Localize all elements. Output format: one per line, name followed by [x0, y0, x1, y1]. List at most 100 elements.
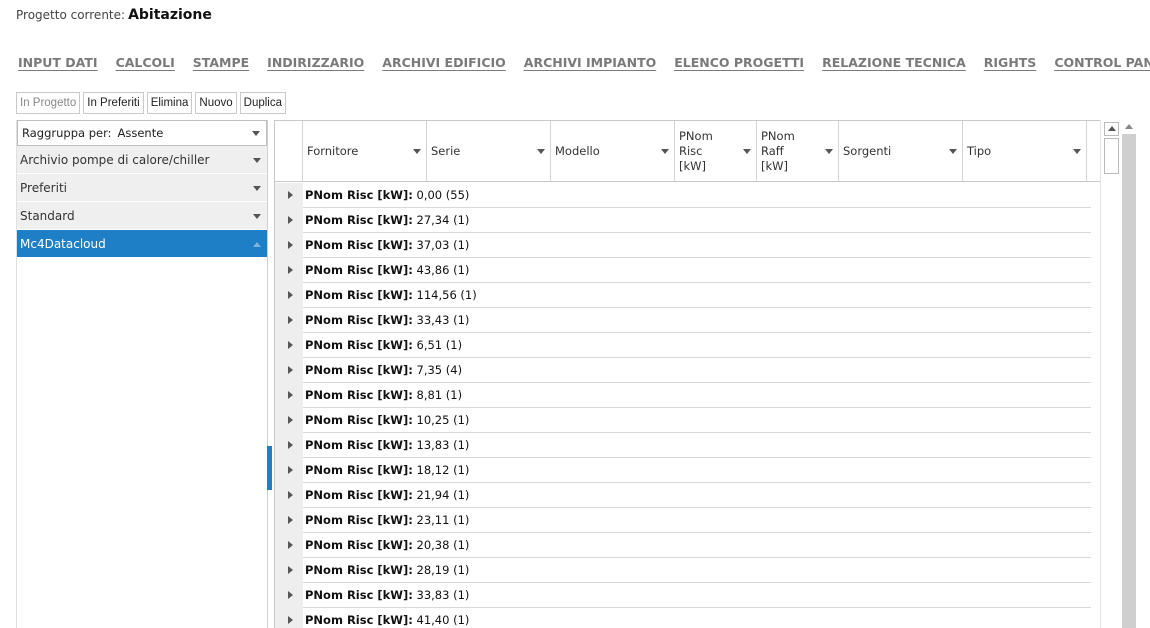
data-grid: Fornitore Serie Modello PNom Risc [kW] P… [274, 120, 1101, 628]
group-row[interactable]: PNom Risc [kW]: 33,83 (1) [275, 582, 1091, 608]
column-header-fornitore[interactable]: Fornitore [303, 121, 427, 181]
expand-arrow-icon[interactable] [288, 490, 293, 499]
filter-dropdown-icon[interactable] [1073, 149, 1081, 154]
group-row-text: PNom Risc [kW]: 28,19 (1) [303, 563, 469, 577]
main-menu: INPUT DATI CALCOLI STAMPE INDIRIZZARIO A… [18, 55, 1150, 70]
expand-arrow-icon[interactable] [288, 240, 293, 249]
expand-arrow-icon[interactable] [288, 390, 293, 399]
menu-calcoli[interactable]: CALCOLI [116, 55, 175, 70]
column-header-serie[interactable]: Serie [427, 121, 551, 181]
group-row[interactable]: PNom Risc [kW]: 23,11 (1) [275, 507, 1091, 533]
sidebar-item-preferiti[interactable]: Preferiti [17, 174, 267, 202]
group-row[interactable]: PNom Risc [kW]: 7,35 (4) [275, 357, 1091, 383]
menu-archivi-edificio[interactable]: ARCHIVI EDIFICIO [382, 55, 505, 70]
group-row-prefix: PNom Risc [kW]: [305, 588, 413, 602]
group-row-text: PNom Risc [kW]: 41,40 (1) [303, 613, 469, 627]
group-row[interactable]: PNom Risc [kW]: 0,00 (55) [275, 182, 1091, 208]
expand-arrow-icon[interactable] [288, 265, 293, 274]
sidebar-item-mc4datacloud[interactable]: Mc4Datacloud [17, 230, 267, 258]
filter-dropdown-icon[interactable] [537, 149, 545, 154]
in-progetto-button[interactable]: In Progetto [16, 92, 81, 114]
column-header-pnom-risc[interactable]: PNom Risc [kW] [675, 121, 757, 181]
group-row[interactable]: PNom Risc [kW]: 21,94 (1) [275, 482, 1091, 508]
column-label-line: [kW] [679, 158, 707, 173]
expand-arrow-icon[interactable] [288, 440, 293, 449]
group-row[interactable]: PNom Risc [kW]: 43,86 (1) [275, 257, 1091, 283]
menu-control-panel[interactable]: CONTROL PANEL [1054, 55, 1150, 70]
menu-relazione-tecnica[interactable]: RELAZIONE TECNICA [822, 55, 966, 70]
group-by-select[interactable]: Raggruppa per: Assente [17, 120, 267, 146]
expand-arrow-icon[interactable] [288, 540, 293, 549]
expand-arrow-icon[interactable] [288, 565, 293, 574]
scroll-up-button[interactable] [1104, 122, 1119, 136]
group-row-text: PNom Risc [kW]: 27,34 (1) [303, 213, 469, 227]
filter-dropdown-icon[interactable] [661, 149, 669, 154]
group-row[interactable]: PNom Risc [kW]: 33,43 (1) [275, 307, 1091, 333]
expand-arrow-icon[interactable] [288, 215, 293, 224]
expand-arrow-icon[interactable] [288, 365, 293, 374]
expand-arrow-icon[interactable] [288, 340, 293, 349]
filter-dropdown-icon[interactable] [413, 149, 421, 154]
group-row-text: PNom Risc [kW]: 23,11 (1) [303, 513, 469, 527]
menu-rights[interactable]: RIGHTS [984, 55, 1037, 70]
expand-arrow-icon[interactable] [288, 590, 293, 599]
scroll-up-button[interactable] [1122, 120, 1136, 134]
expand-arrow-icon[interactable] [288, 465, 293, 474]
scroll-thumb[interactable] [1104, 138, 1119, 174]
row-gutter [275, 482, 303, 508]
duplica-button[interactable]: Duplica [239, 92, 287, 114]
menu-input-dati[interactable]: INPUT DATI [18, 55, 98, 70]
column-header-tipo[interactable]: Tipo [963, 121, 1087, 181]
panel-splitter-handle[interactable] [267, 446, 272, 490]
column-header-pnom-raff[interactable]: PNom Raff [kW] [757, 121, 839, 181]
filter-dropdown-icon[interactable] [743, 149, 751, 154]
group-row[interactable]: PNom Risc [kW]: 27,34 (1) [275, 207, 1091, 233]
group-row[interactable]: PNom Risc [kW]: 20,38 (1) [275, 532, 1091, 558]
expand-arrow-icon[interactable] [288, 515, 293, 524]
group-row[interactable]: PNom Risc [kW]: 10,25 (1) [275, 407, 1091, 433]
expand-arrow-icon[interactable] [288, 315, 293, 324]
group-row[interactable]: PNom Risc [kW]: 37,03 (1) [275, 232, 1091, 258]
expand-arrow-icon[interactable] [288, 415, 293, 424]
filter-dropdown-icon[interactable] [825, 149, 833, 154]
sidebar-item-label: Archivio pompe di calore/chiller [20, 152, 210, 167]
menu-archivi-impianto[interactable]: ARCHIVI IMPIANTO [524, 55, 656, 70]
group-row-prefix: PNom Risc [kW]: [305, 513, 413, 527]
group-row[interactable]: PNom Risc [kW]: 28,19 (1) [275, 557, 1091, 583]
sidebar-item-standard[interactable]: Standard [17, 202, 267, 230]
column-header-modello[interactable]: Modello [551, 121, 675, 181]
elimina-button[interactable]: Elimina [146, 92, 193, 114]
column-label-line: [kW] [761, 158, 789, 173]
group-row-value: 18,12 (1) [416, 463, 470, 477]
group-row[interactable]: PNom Risc [kW]: 13,83 (1) [275, 432, 1091, 458]
row-gutter [275, 257, 303, 283]
grid-scrollbar[interactable] [1100, 120, 1122, 628]
current-project: Progetto corrente: Abitazione [16, 7, 212, 23]
sidebar-item-archivio-pompe[interactable]: Archivio pompe di calore/chiller [17, 146, 267, 174]
group-row-prefix: PNom Risc [kW]: [305, 188, 413, 202]
filter-dropdown-icon[interactable] [949, 149, 957, 154]
expand-arrow-icon[interactable] [288, 190, 293, 199]
group-row[interactable]: PNom Risc [kW]: 8,81 (1) [275, 382, 1091, 408]
group-row-value: 10,25 (1) [416, 413, 470, 427]
expand-arrow-icon[interactable] [288, 615, 293, 624]
row-gutter [275, 607, 303, 628]
menu-elenco-progetti[interactable]: ELENCO PROGETTI [674, 55, 804, 70]
group-row[interactable]: PNom Risc [kW]: 114,56 (1) [275, 282, 1091, 308]
group-row[interactable]: PNom Risc [kW]: 6,51 (1) [275, 332, 1091, 358]
chevron-down-icon [253, 213, 261, 219]
column-label: Modello [555, 144, 600, 158]
current-project-label: Progetto corrente: [16, 8, 126, 22]
page-scrollbar[interactable] [1122, 120, 1136, 628]
group-row-text: PNom Risc [kW]: 33,83 (1) [303, 588, 469, 602]
menu-indirizzario[interactable]: INDIRIZZARIO [267, 55, 364, 70]
expand-arrow-icon[interactable] [288, 290, 293, 299]
nuovo-button[interactable]: Nuovo [195, 92, 237, 114]
menu-stampe[interactable]: STAMPE [193, 55, 249, 70]
group-row[interactable]: PNom Risc [kW]: 41,40 (1) [275, 607, 1091, 628]
column-label: Serie [431, 144, 461, 158]
in-preferiti-button[interactable]: In Preferiti [83, 92, 144, 114]
column-label: Fornitore [307, 144, 359, 158]
group-row[interactable]: PNom Risc [kW]: 18,12 (1) [275, 457, 1091, 483]
column-header-sorgenti[interactable]: Sorgenti [839, 121, 963, 181]
